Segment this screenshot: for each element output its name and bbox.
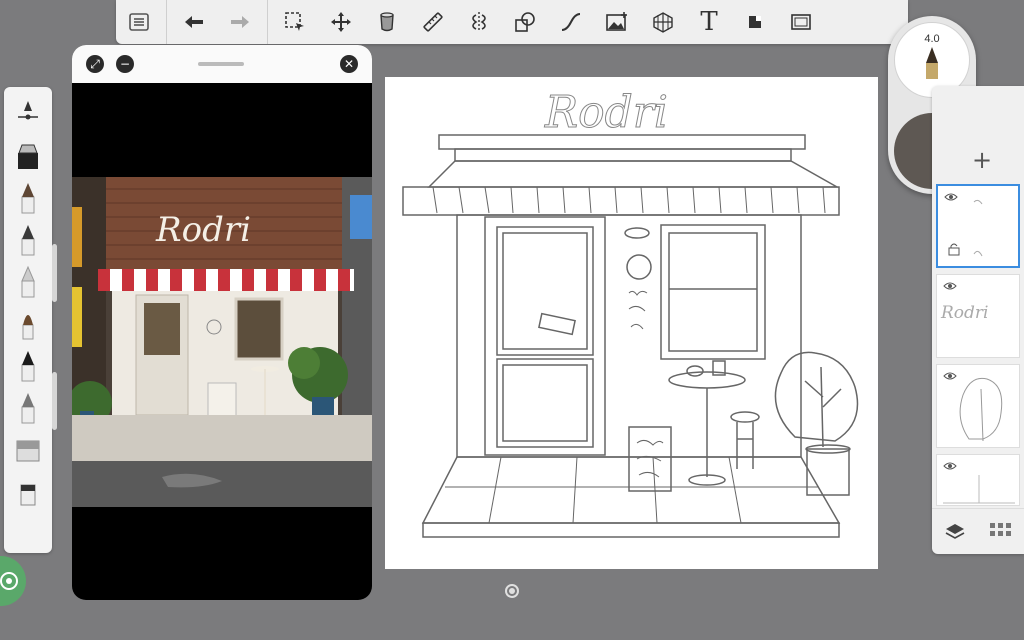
ink-pen-brush-icon[interactable] (8, 177, 48, 219)
text-tool-label: T (700, 7, 718, 37)
bucket-brush-icon[interactable] (8, 471, 48, 513)
fill-icon[interactable] (369, 4, 405, 40)
eye-icon[interactable] (943, 461, 957, 471)
drawing-canvas[interactable]: Rodri (385, 77, 878, 569)
brush-opacity-handle[interactable] (52, 372, 57, 430)
add-layer-button[interactable]: + (972, 146, 992, 174)
layer-3[interactable] (936, 364, 1020, 448)
brush-library (4, 87, 52, 553)
canvas-nav-control[interactable] (505, 584, 519, 598)
paintbrush-icon[interactable] (8, 303, 48, 345)
reference-photo: Rodri (72, 177, 372, 507)
minimize-icon[interactable]: − (116, 55, 134, 73)
eye-icon[interactable] (944, 192, 958, 202)
layer-4[interactable] (936, 454, 1020, 506)
eraser-icon[interactable] (8, 429, 48, 471)
canvas-title-text: Rodri (544, 87, 668, 138)
calligraphy-brush-icon[interactable] (8, 345, 48, 387)
airbrush-icon[interactable] (8, 261, 48, 303)
undo-icon[interactable] (176, 4, 212, 40)
text-icon[interactable]: T (691, 4, 727, 40)
transform-icon[interactable] (323, 4, 359, 40)
layer-thumb-text: Rodri (941, 303, 989, 323)
marker-brush-icon[interactable] (8, 135, 48, 177)
fullscreen-icon[interactable] (783, 4, 819, 40)
smudge-brush-icon[interactable] (8, 387, 48, 429)
layer-1[interactable] (936, 184, 1020, 268)
sign-text: Rodri (155, 210, 251, 250)
ruler-icon[interactable] (415, 4, 451, 40)
assistant-icon[interactable] (0, 556, 26, 606)
grid-view-icon[interactable] (989, 522, 1012, 539)
pencil-brush-icon[interactable] (8, 219, 48, 261)
layer-2[interactable]: Rodri (936, 274, 1020, 358)
canvas-icon[interactable] (737, 4, 773, 40)
close-icon[interactable]: ✕ (340, 55, 358, 73)
brush-size-value: 4.0 (924, 33, 940, 45)
add-image-icon[interactable] (599, 4, 635, 40)
top-toolbar: T (116, 0, 908, 44)
layers-footer (932, 508, 1024, 552)
shape-icon[interactable] (507, 4, 543, 40)
redo-icon[interactable] (222, 4, 258, 40)
perspective-icon[interactable] (645, 4, 681, 40)
drag-handle[interactable] (198, 62, 244, 66)
reference-window: ⤢ − ✕ Rodri (72, 45, 372, 600)
reference-header: ⤢ − ✕ (72, 45, 372, 83)
lock-icon[interactable] (948, 242, 960, 256)
menu-icon[interactable] (121, 4, 157, 40)
curve-icon[interactable] (553, 4, 589, 40)
brush-settings-icon[interactable] (8, 93, 48, 135)
eye-icon[interactable] (943, 281, 957, 291)
brush-size-handle[interactable] (52, 244, 57, 302)
layers-icon[interactable] (945, 522, 965, 540)
selection-icon[interactable] (277, 4, 313, 40)
resize-icon[interactable]: ⤢ (86, 55, 104, 73)
symmetry-icon[interactable] (461, 4, 497, 40)
